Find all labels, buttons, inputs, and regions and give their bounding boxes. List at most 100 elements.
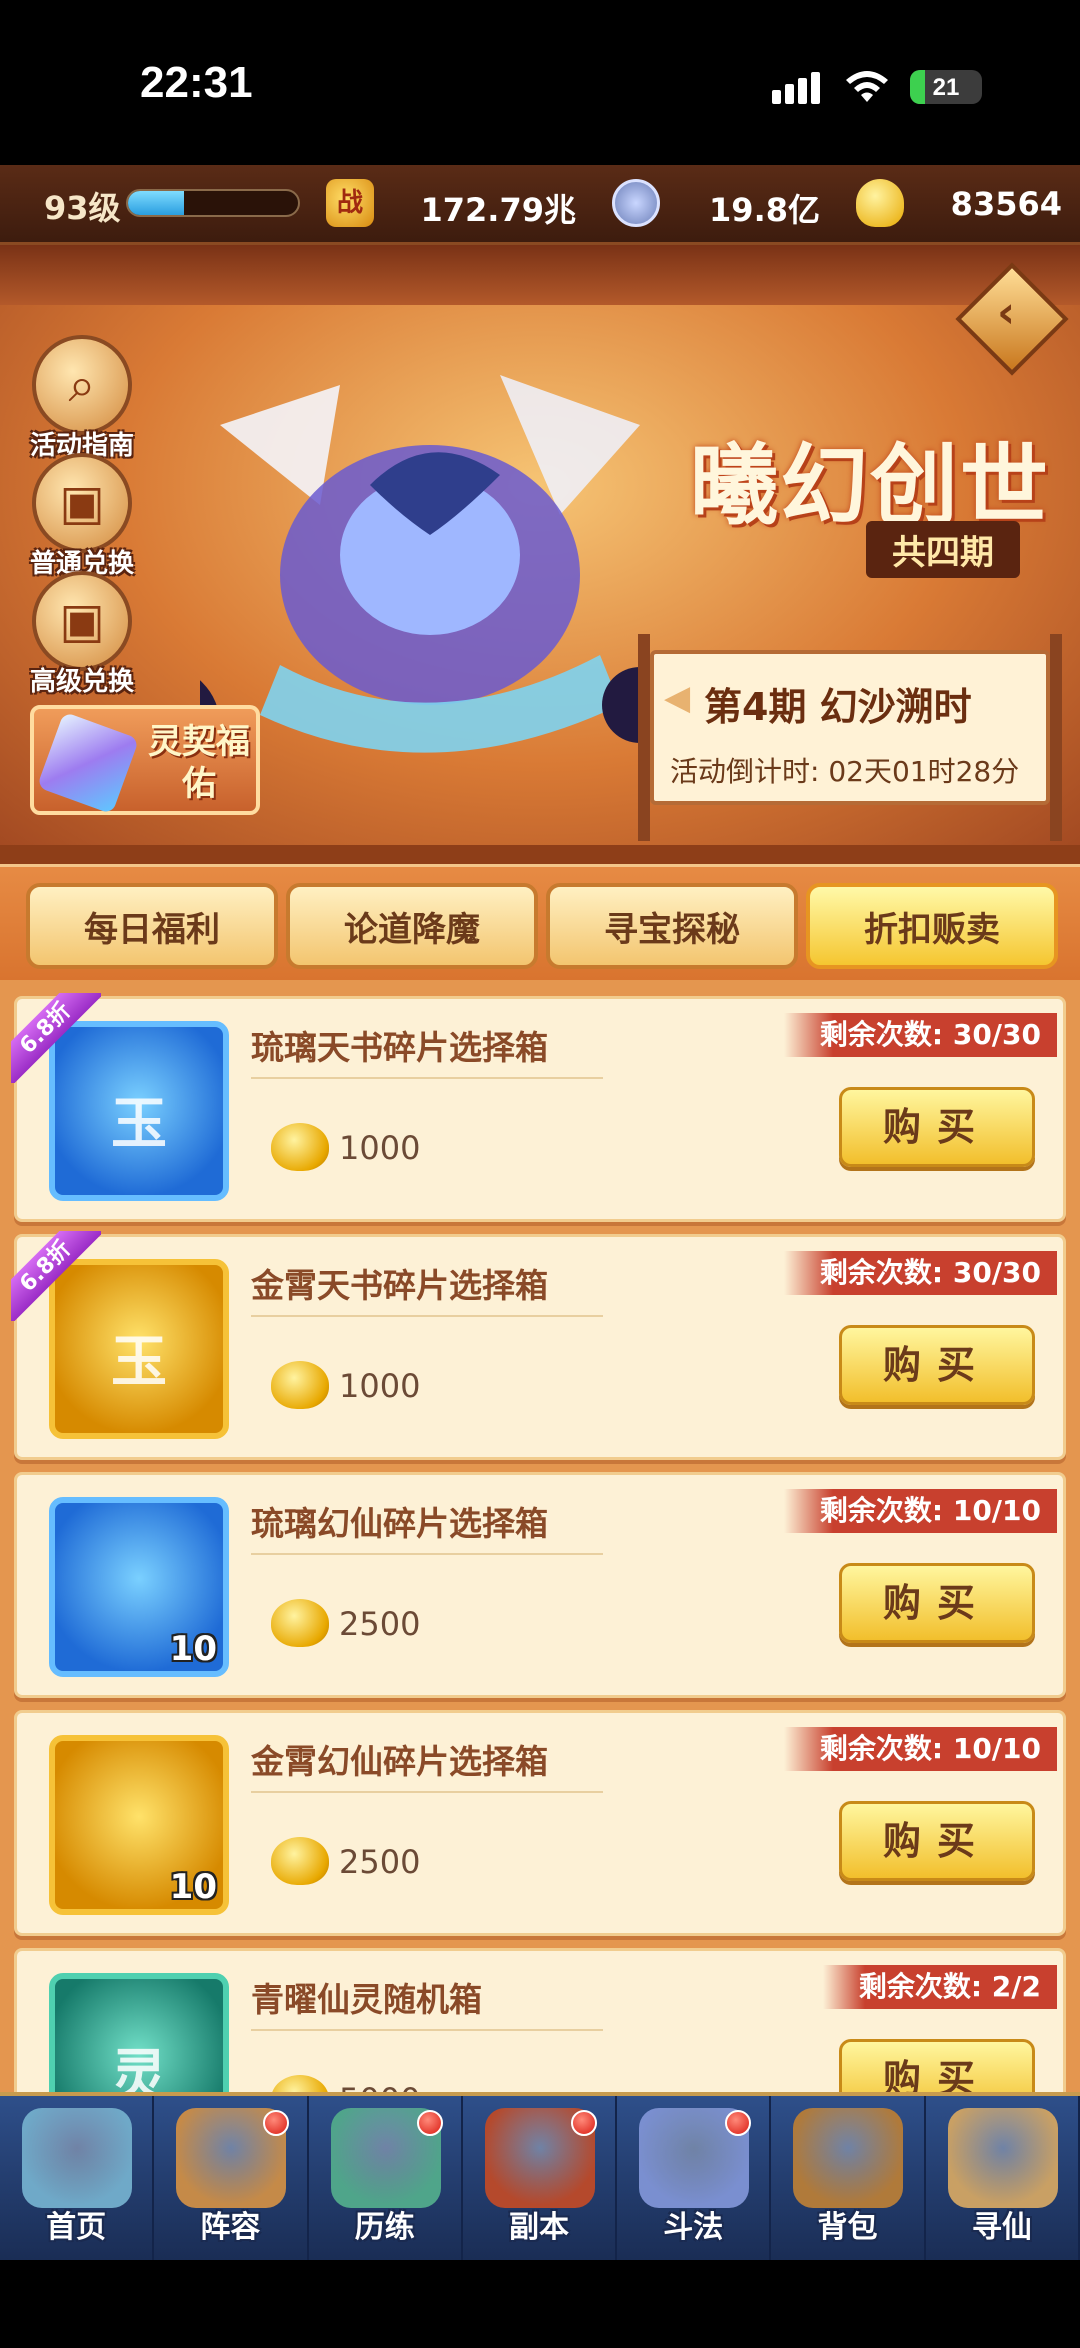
phase-panel: ◀ 第4期 幻沙溯时 活动倒计时: 02天01时28分 <box>638 634 1062 841</box>
discount-ribbon: 6.8折 <box>11 993 101 1083</box>
copper-coin-icon <box>612 179 660 227</box>
buy-button[interactable]: 购买 <box>839 1563 1035 1643</box>
divider <box>251 1553 603 1555</box>
divider <box>251 1077 603 1079</box>
scroll-icon <box>947 2108 1058 2208</box>
backpack-icon <box>793 2108 904 2208</box>
item-icon: 10 <box>49 1497 229 1677</box>
nav-label: 历练 <box>354 2210 415 2245</box>
status-bar: 22:31 21 <box>0 0 1080 165</box>
nav-label: 背包 <box>817 2210 878 2245</box>
event-banner: ‹ 曦幻创世 共四期 ⌕ 活动指南 ▣ 普通兑换 ▣ 高级兑换 灵契福佑 ◀ 第… <box>0 245 1080 845</box>
battery-icon: 21 <box>910 70 982 104</box>
experience-bar <box>126 189 300 217</box>
triangle-left-icon: ◀ <box>664 678 691 718</box>
player-level: 93级 <box>44 189 121 227</box>
nav-label: 寻仙 <box>971 2210 1032 2245</box>
buy-button[interactable]: 购买 <box>839 1087 1035 1167</box>
tab-daily-benefits[interactable]: 每日福利 <box>26 883 278 969</box>
remaining-count: 剩余次数: 2/2 <box>822 1965 1057 2009</box>
wifi-icon <box>846 71 888 102</box>
combat-power-icon: 战 <box>326 179 374 227</box>
magnifier-icon: ⌕ <box>32 335 132 435</box>
normal-exchange-button[interactable]: ▣ 普通兑换 <box>22 453 142 580</box>
item-quantity: 10 <box>169 1867 217 1907</box>
buy-button[interactable]: 购买 <box>839 1801 1035 1881</box>
blessing-button[interactable]: 灵契福佑 <box>30 705 260 815</box>
nav-home[interactable]: 首页 <box>0 2096 155 2260</box>
item-icon: 灵 <box>49 1973 229 2092</box>
item-glyph: 玉 <box>111 1092 167 1157</box>
gift-box-icon: ▣ <box>32 571 132 671</box>
gift-box-icon: ▣ <box>32 453 132 553</box>
price-value: 2500 <box>339 1605 421 1643</box>
buy-button[interactable]: 购买 <box>839 1325 1035 1405</box>
list-item: 灵 青曜仙灵随机箱 5000 剩余次数: 2/2 购买 <box>14 1948 1066 2092</box>
event-guide-button[interactable]: ⌕ 活动指南 <box>22 335 142 462</box>
bottom-navigation: 首页 阵容 历练 副本 斗法 背包 寻仙 <box>0 2092 1080 2260</box>
gold-ingot-icon <box>271 2075 329 2092</box>
resource-bar: 93级 战 172.79兆 19.8亿 83564 <box>0 165 1080 245</box>
nav-seek-immortal[interactable]: 寻仙 <box>926 2096 1080 2260</box>
blessing-label: 灵契福佑 <box>148 722 250 804</box>
item-glyph: 玉 <box>111 1330 167 1395</box>
event-artwork <box>200 375 660 770</box>
item-name: 琉璃天书碎片选择箱 <box>251 1028 548 1067</box>
advanced-exchange-button[interactable]: ▣ 高级兑换 <box>22 571 142 698</box>
event-countdown: 活动倒计时: 02天01时28分 <box>670 755 1020 788</box>
remaining-count: 剩余次数: 30/30 <box>783 1251 1057 1295</box>
list-item: 玉 6.8折 金霄天书碎片选择箱 1000 剩余次数: 30/30 购买 <box>11 1231 1066 1460</box>
gold-ingot-icon <box>271 1599 329 1647</box>
item-name: 青曜仙灵随机箱 <box>251 1980 482 2019</box>
item-quantity: 10 <box>169 1629 217 1669</box>
coin-balance-value: 19.8亿 <box>709 191 820 229</box>
price-value: 1000 <box>339 1129 421 1167</box>
gold-ingot-icon <box>271 1123 329 1171</box>
notification-dot <box>262 2110 289 2136</box>
gold-ingot-icon <box>856 179 904 227</box>
tab-strip: 每日福利 论道降魔 寻宝探秘 折扣贩卖 <box>0 845 1080 980</box>
phase-name: ◀ 第4期 幻沙溯时 <box>664 676 972 731</box>
phase-name-text: 第4期 幻沙溯时 <box>704 685 972 729</box>
nav-training[interactable]: 历练 <box>309 2096 463 2260</box>
remaining-count: 剩余次数: 10/10 <box>783 1489 1057 1533</box>
price-value: 2500 <box>339 1843 421 1881</box>
nav-lineup[interactable]: 阵容 <box>154 2096 309 2260</box>
advanced-exchange-label: 高级兑换 <box>29 667 134 697</box>
combat-power-value: 172.79兆 <box>420 191 577 229</box>
gold-ingot-icon <box>271 1361 329 1409</box>
discount-label: 6.8折 <box>11 993 101 1083</box>
gold-balance: 83564 <box>856 177 1062 231</box>
event-periods: 共四期 <box>866 521 1020 578</box>
item-glyph: 灵 <box>111 2044 167 2092</box>
notification-dot <box>571 2110 598 2136</box>
list-item: 10 金霄幻仙碎片选择箱 2500 剩余次数: 10/10 购买 <box>14 1710 1066 1936</box>
home-icon <box>22 2108 132 2208</box>
crystal-icon <box>36 711 140 815</box>
list-item: 10 琉璃幻仙碎片选择箱 2500 剩余次数: 10/10 购买 <box>14 1472 1066 1698</box>
cellular-signal-icon <box>772 72 824 104</box>
gold-ingot-icon <box>271 1837 329 1885</box>
tab-treasure-hunt[interactable]: 寻宝探秘 <box>546 883 798 969</box>
buy-button[interactable]: 购买 <box>839 2039 1035 2092</box>
price-value: 1000 <box>339 1367 421 1405</box>
combat-power: 战 172.79兆 <box>326 177 576 231</box>
tab-debate-demons[interactable]: 论道降魔 <box>286 883 538 969</box>
item-name: 琉璃幻仙碎片选择箱 <box>251 1504 548 1543</box>
item-name: 金霄幻仙碎片选择箱 <box>251 1742 548 1781</box>
nav-backpack[interactable]: 背包 <box>771 2096 926 2260</box>
gold-balance-value: 83564 <box>950 185 1062 223</box>
nav-dungeon[interactable]: 副本 <box>463 2096 618 2260</box>
discount-ribbon: 6.8折 <box>11 1231 101 1321</box>
shop-item-list[interactable]: 玉 6.8折 琉璃天书碎片选择箱 1000 剩余次数: 30/30 购买 玉 6… <box>0 980 1080 2092</box>
banner-roof <box>0 245 1080 305</box>
system-home-area <box>0 2260 1080 2348</box>
battery-level: 21 <box>932 74 960 101</box>
tab-discount-sale[interactable]: 折扣贩卖 <box>806 883 1058 969</box>
nav-duel[interactable]: 斗法 <box>617 2096 772 2260</box>
nav-label: 斗法 <box>663 2210 724 2245</box>
nav-label: 阵容 <box>200 2210 261 2245</box>
discount-label: 6.8折 <box>11 1231 101 1321</box>
chevron-left-icon: ‹ <box>996 286 1016 338</box>
coin-balance: 19.8亿 <box>612 177 820 231</box>
